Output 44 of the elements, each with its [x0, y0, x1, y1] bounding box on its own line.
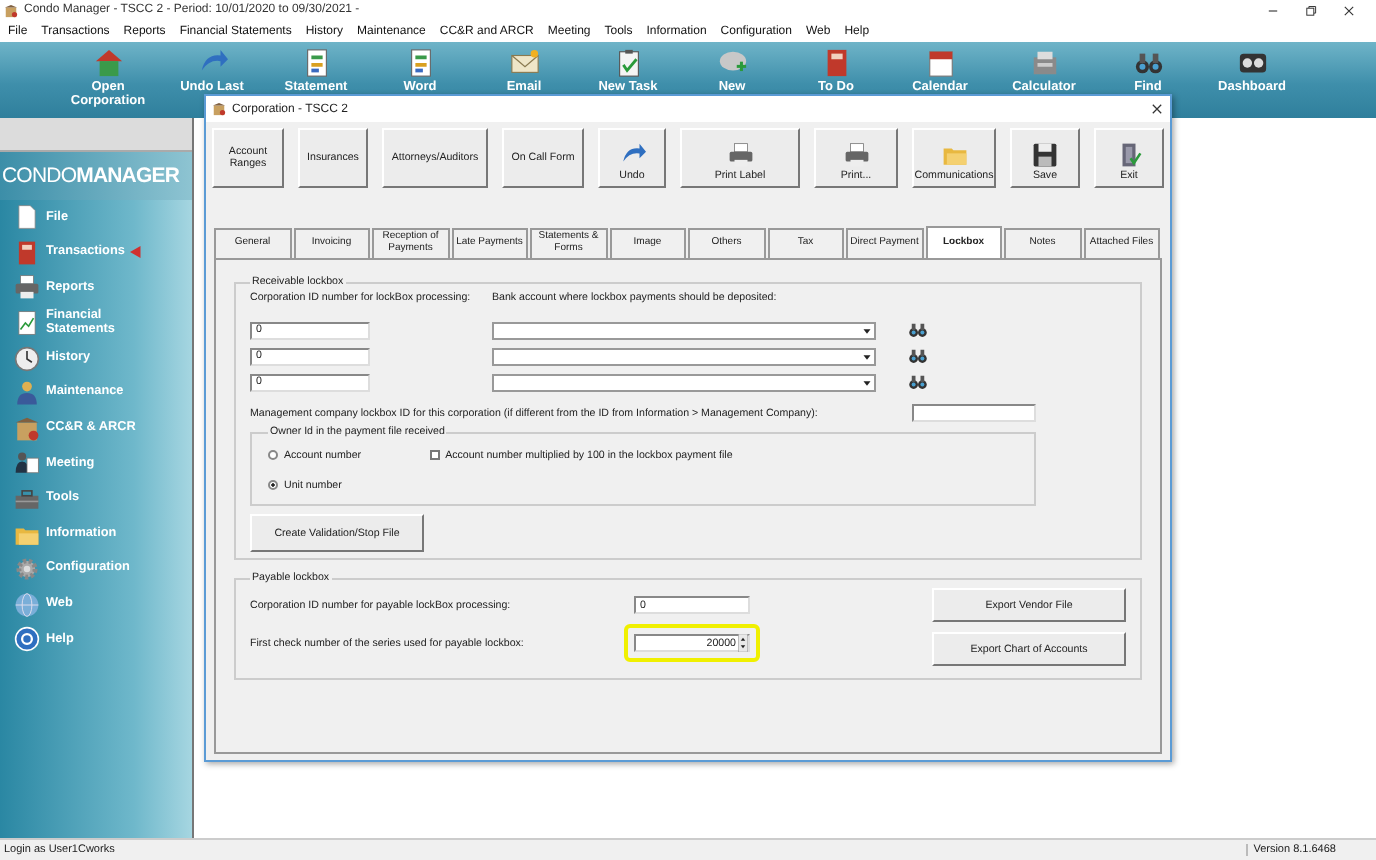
dropdown-field[interactable] — [492, 347, 876, 365]
radio-button[interactable] — [268, 450, 278, 460]
house-icon — [93, 48, 123, 78]
chart-document-icon — [14, 310, 40, 337]
radio-button[interactable] — [268, 480, 278, 490]
binoculars-icon — [906, 372, 930, 392]
people-icon — [14, 450, 40, 477]
gauge-icon — [1237, 48, 1267, 78]
binoculars-icon — [906, 320, 930, 340]
printer-icon — [727, 142, 753, 168]
spin-arrows-icon[interactable] — [738, 634, 748, 652]
building-icon — [212, 102, 226, 116]
dropdown-field[interactable] — [492, 373, 876, 391]
document-icon — [405, 48, 435, 78]
binoculars-icon — [1133, 48, 1163, 78]
search-button[interactable] — [906, 372, 930, 392]
gear-icon — [14, 556, 40, 583]
binoculars-icon — [906, 346, 930, 366]
close-icon[interactable] — [1150, 102, 1164, 116]
building-icon — [4, 3, 18, 17]
input-field[interactable] — [911, 404, 1036, 422]
globe-icon — [14, 591, 40, 618]
checkbox[interactable] — [429, 450, 440, 460]
envelope-icon — [509, 48, 539, 78]
clipboard-icon — [613, 48, 643, 78]
calendar-icon — [925, 48, 955, 78]
close-icon[interactable] — [1342, 3, 1356, 17]
search-button[interactable] — [906, 320, 930, 340]
person-icon — [14, 380, 40, 407]
help-icon — [14, 626, 40, 653]
search-button[interactable] — [906, 346, 930, 366]
calculator-icon — [1029, 48, 1059, 78]
printer-icon — [843, 142, 869, 168]
printer-icon — [14, 274, 40, 301]
clock-icon — [14, 345, 40, 372]
restore-icon[interactable] — [1304, 3, 1318, 17]
dropdown-field[interactable] — [492, 321, 876, 339]
document-icon — [301, 48, 331, 78]
page-icon — [14, 204, 40, 231]
logo-text: CONDOMANAGER — [0, 152, 192, 200]
toolbox-icon — [14, 486, 40, 513]
building-icon — [14, 415, 40, 442]
pointer-arrow-icon — [130, 246, 143, 259]
book-icon — [14, 239, 40, 266]
